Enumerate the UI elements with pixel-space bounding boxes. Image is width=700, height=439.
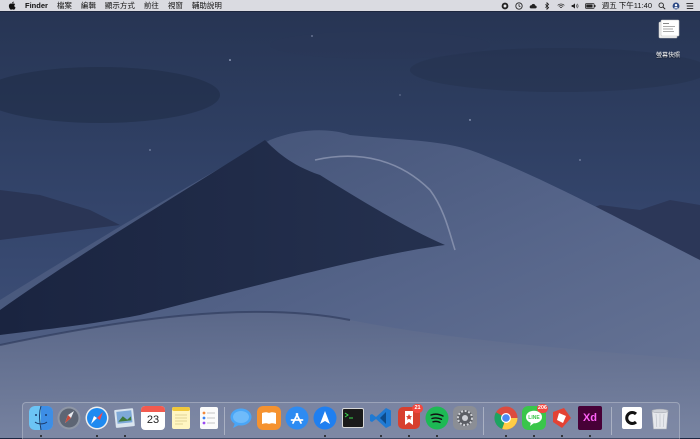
dock-separator [224, 407, 225, 435]
menu-help[interactable]: 輔助說明 [192, 0, 222, 11]
menu-view[interactable]: 顯示方式 [105, 0, 135, 11]
trash-icon [651, 408, 669, 430]
apple-menu-icon[interactable] [8, 1, 16, 10]
battery-icon[interactable] [584, 2, 596, 10]
dock-item-chrome[interactable] [493, 406, 519, 437]
menu-app-name[interactable]: Finder [25, 0, 48, 11]
calendar-date: 23 [146, 414, 160, 426]
desktop-file-label: 螢幕快照 [655, 53, 680, 59]
spotlight-search-icon[interactable] [658, 2, 666, 10]
dock-item-line[interactable]: LINE 206 [521, 404, 548, 437]
dock: 23 21 LINE 206 Xd [22, 402, 680, 439]
dock-item-calendar[interactable]: 23 [140, 406, 166, 434]
safari-icon [85, 406, 109, 430]
running-indicator [96, 435, 98, 437]
dock-item-notes[interactable] [168, 406, 194, 434]
messages-icon [230, 408, 252, 428]
dock-item-spotify[interactable] [424, 406, 450, 437]
preview-icon [114, 408, 135, 428]
dock-item-adobe-xd[interactable]: Xd [577, 406, 603, 437]
running-indicator [408, 435, 410, 437]
running-indicator [505, 435, 507, 437]
app-store-icon [285, 406, 309, 430]
desktop-screenshot-file[interactable]: 螢幕快照 [648, 18, 688, 59]
menu-file[interactable]: 檔案 [57, 0, 72, 11]
dock-item-pdf-app[interactable] [549, 406, 575, 437]
clock-menu-icon[interactable] [515, 1, 523, 10]
dock-item-preview[interactable] [112, 406, 138, 437]
pdf-app-icon [553, 408, 571, 428]
dock-item-wunderlist[interactable]: 21 [396, 404, 423, 437]
testflight-icon [313, 406, 337, 430]
dock-item-testflight[interactable] [312, 406, 338, 437]
user-avatar-icon[interactable] [672, 2, 680, 10]
line-badge: 206 [536, 404, 548, 413]
status-circle-icon[interactable] [501, 2, 509, 10]
dock-separator [483, 407, 484, 435]
spotify-icon [425, 406, 449, 430]
menu-bar: Finder 檔案 編輯 顯示方式 前往 視窗 輔助說明 週五 下午11:40 [0, 0, 700, 11]
dock-item-app-store[interactable] [284, 406, 310, 434]
dock-item-reminders[interactable] [196, 406, 222, 434]
books-icon [257, 406, 281, 430]
svg-text:LINE: LINE [528, 415, 540, 421]
chrome-icon [494, 406, 518, 430]
dock-item-cclean[interactable] [619, 406, 645, 434]
calendar-icon: 23 [141, 406, 165, 430]
dock-item-system-preferences[interactable] [452, 406, 478, 434]
vscode-icon [370, 408, 391, 428]
dock-item-books[interactable] [256, 406, 282, 434]
bluetooth-icon[interactable] [543, 1, 551, 10]
dock-separator [611, 407, 612, 435]
menu-clock[interactable]: 週五 下午11:40 [602, 0, 652, 11]
running-indicator [589, 435, 591, 437]
volume-icon[interactable] [571, 2, 579, 10]
running-indicator [561, 435, 563, 437]
notification-center-icon[interactable] [686, 2, 694, 10]
desktop-wallpaper [0, 0, 700, 438]
menu-window[interactable]: 視窗 [168, 0, 183, 11]
menu-edit[interactable]: 編輯 [81, 0, 96, 11]
running-indicator [124, 435, 126, 437]
running-indicator [380, 435, 382, 437]
cclean-icon [622, 407, 642, 429]
reminders-icon [200, 407, 218, 429]
launchpad-icon [57, 406, 81, 430]
running-indicator [436, 435, 438, 437]
running-indicator [40, 435, 42, 437]
dock-item-vscode[interactable] [368, 406, 394, 437]
running-indicator [533, 435, 535, 437]
cloud-icon[interactable] [529, 2, 537, 10]
screenshot-file-icon [658, 19, 680, 39]
finder-icon [29, 405, 53, 431]
dock-item-trash[interactable] [647, 406, 673, 434]
wifi-icon[interactable] [557, 2, 565, 10]
dock-item-launchpad[interactable] [56, 406, 82, 434]
notes-icon [172, 407, 190, 429]
menu-go[interactable]: 前往 [144, 0, 159, 11]
adobe-xd-icon: Xd [578, 406, 602, 430]
adobe-xd-label: Xd [582, 412, 598, 424]
terminal-icon [342, 408, 364, 428]
running-indicator [324, 435, 326, 437]
dock-item-finder[interactable] [28, 405, 54, 437]
dock-item-safari[interactable] [84, 406, 110, 437]
system-preferences-icon [453, 406, 477, 430]
dock-item-messages[interactable] [228, 406, 254, 434]
dock-item-terminal[interactable] [340, 406, 366, 434]
wunderlist-badge: 21 [412, 404, 423, 413]
